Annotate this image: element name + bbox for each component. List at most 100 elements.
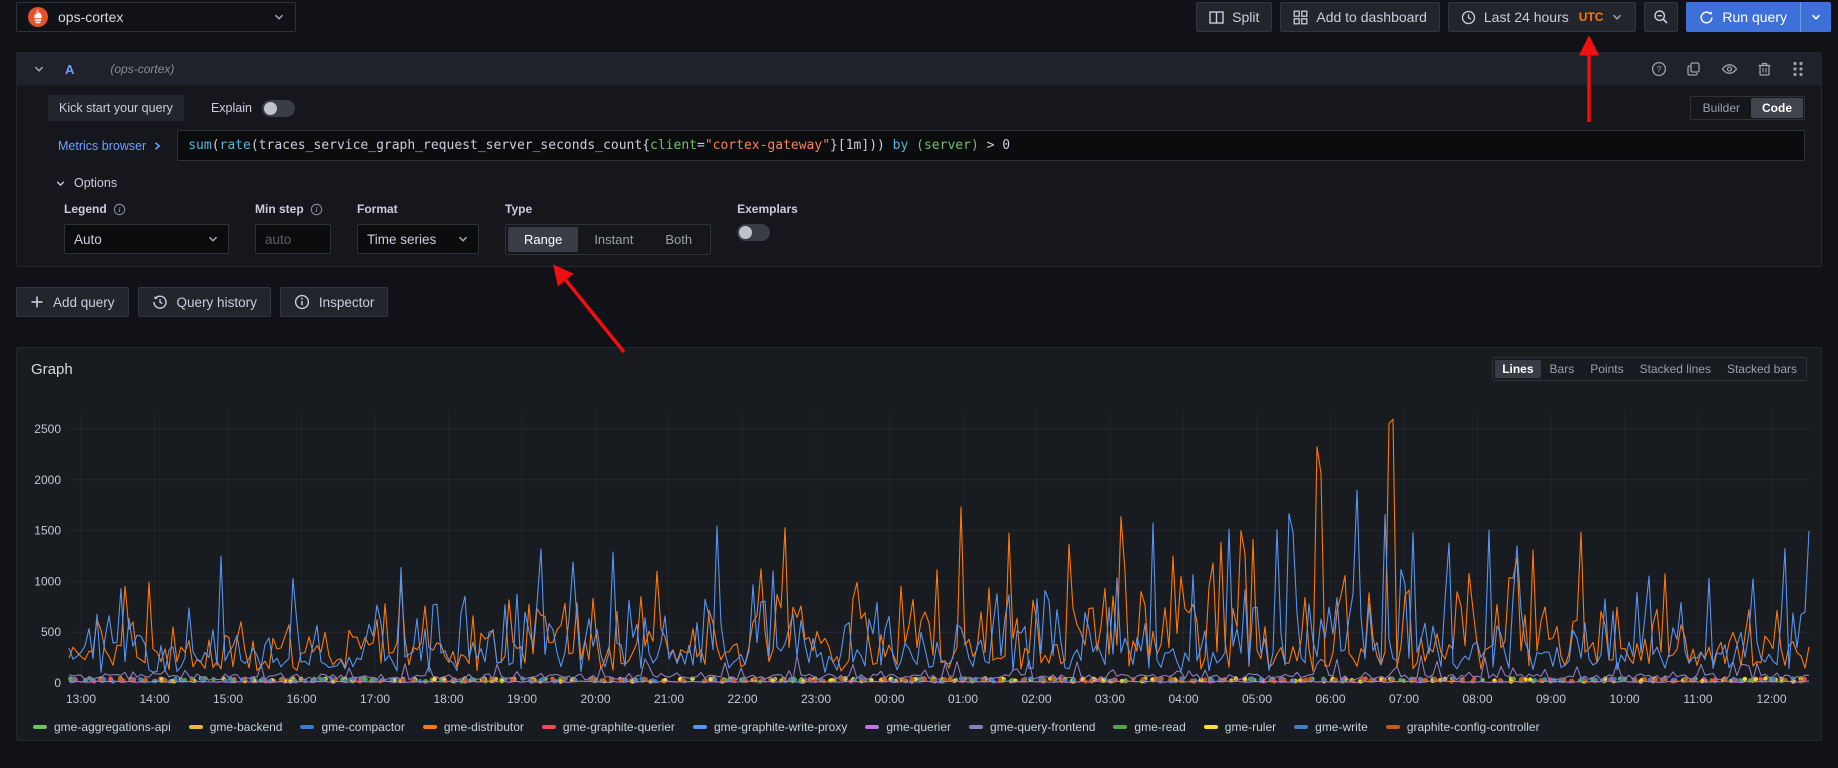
svg-text:?: ?	[1657, 64, 1662, 74]
min-step-input[interactable]	[255, 224, 331, 254]
legend-item[interactable]: gme-compactor	[300, 720, 404, 734]
query-history-button[interactable]: Query history	[138, 287, 271, 317]
legend-swatch	[693, 725, 707, 729]
legend-item[interactable]: gme-backend	[189, 720, 283, 734]
legend-item[interactable]: gme-querier	[865, 720, 951, 734]
legend-swatch	[33, 725, 47, 729]
query-token: (	[212, 138, 220, 153]
exemplars-toggle[interactable]	[737, 224, 770, 241]
svg-text:20:00: 20:00	[580, 692, 610, 706]
legend-item[interactable]: gme-write	[1294, 720, 1368, 734]
legend-item[interactable]: gme-query-frontend	[969, 720, 1095, 734]
legend-item[interactable]: gme-read	[1113, 720, 1185, 734]
min-step-field: Min step i	[255, 202, 331, 254]
run-query-label: Run query	[1722, 9, 1787, 25]
kick-start-query-button[interactable]: Kick start your query	[48, 95, 184, 121]
legend-item[interactable]: gme-graphite-write-proxy	[693, 720, 847, 734]
legend-item[interactable]: gme-distributor	[423, 720, 524, 734]
graph-mode-stacked-lines[interactable]: Stacked lines	[1633, 360, 1718, 378]
zoom-out-icon	[1653, 9, 1669, 25]
legend-field: Legend i Auto	[64, 202, 229, 254]
legend-item[interactable]: gme-ruler	[1204, 720, 1276, 734]
run-query-dropdown-button[interactable]	[1800, 2, 1831, 32]
metrics-browser-button[interactable]: Metrics browser	[48, 131, 172, 161]
legend-series-name: gme-query-frontend	[990, 720, 1095, 734]
svg-text:18:00: 18:00	[433, 692, 463, 706]
time-range-picker[interactable]: Last 24 hours UTC	[1448, 2, 1637, 32]
query-token: {	[642, 138, 650, 153]
legend-item[interactable]: gme-graphite-querier	[542, 720, 675, 734]
legend-swatch	[1294, 725, 1308, 729]
graph-mode-stacked-bars[interactable]: Stacked bars	[1720, 360, 1804, 378]
query-history-label: Query history	[177, 295, 257, 310]
legend-swatch	[300, 725, 314, 729]
legend-swatch	[1113, 725, 1127, 729]
svg-text:1000: 1000	[34, 574, 61, 588]
svg-text:11:00: 11:00	[1683, 692, 1712, 706]
editor-mode-builder[interactable]: Builder	[1692, 98, 1751, 118]
apps-grid-icon	[1293, 10, 1308, 25]
query-token: "cortex-gateway"	[705, 138, 830, 153]
query-token: rate	[220, 138, 251, 153]
editor-mode-code[interactable]: Code	[1751, 98, 1803, 118]
svg-text:10:00: 10:00	[1609, 692, 1639, 706]
split-button[interactable]: Split	[1196, 2, 1272, 32]
sync-icon	[1699, 10, 1714, 25]
help-icon[interactable]: ?	[1651, 61, 1667, 77]
legend-format-select[interactable]: Auto	[64, 224, 229, 254]
info-icon: i	[113, 203, 126, 216]
legend-item[interactable]: gme-aggregations-api	[33, 720, 171, 734]
timeseries-chart[interactable]: 0500100015002000250013:0014:0015:0016:00…	[25, 383, 1815, 719]
graph-mode-bars[interactable]: Bars	[1543, 360, 1582, 378]
hide-response-eye-icon[interactable]	[1721, 61, 1738, 77]
zoom-out-button[interactable]	[1644, 2, 1678, 32]
query-token: }	[830, 138, 838, 153]
inspector-button[interactable]: Inspector	[280, 287, 389, 317]
legend-series-name: gme-aggregations-api	[54, 720, 171, 734]
add-to-dashboard-button[interactable]: Add to dashboard	[1280, 2, 1440, 32]
type-option-both[interactable]: Both	[649, 227, 708, 252]
prometheus-icon	[27, 6, 49, 28]
graph-mode-lines[interactable]: Lines	[1495, 360, 1540, 378]
legend-series-name: gme-backend	[210, 720, 283, 734]
query-token: traces_service_graph_request_server_seco…	[259, 138, 643, 153]
format-field-label: Format	[357, 202, 479, 216]
type-field-label: Type	[505, 202, 711, 216]
svg-text:09:00: 09:00	[1536, 692, 1566, 706]
remove-query-trash-icon[interactable]	[1757, 61, 1772, 77]
query-token: > 0	[979, 138, 1010, 153]
query-ref-id: A	[65, 62, 74, 77]
datasource-picker[interactable]: ops-cortex	[16, 2, 296, 32]
legend-item[interactable]: graphite-config-controller	[1386, 720, 1540, 734]
graph-panel-title: Graph	[31, 361, 73, 378]
type-option-range[interactable]: Range	[508, 227, 578, 252]
info-icon: i	[310, 203, 323, 216]
toolbar-right-group: Split Add to dashboard Last 24 hours UTC	[1196, 2, 1831, 32]
query-token	[908, 138, 916, 153]
graph-mode-points[interactable]: Points	[1583, 360, 1630, 378]
chevron-down-icon	[55, 178, 66, 189]
legend-swatch	[189, 725, 203, 729]
legend-swatch	[865, 725, 879, 729]
svg-text:00:00: 00:00	[874, 692, 904, 706]
run-query-button[interactable]: Run query	[1686, 2, 1800, 32]
explain-toggle[interactable]	[262, 100, 295, 117]
query-row-header[interactable]: A (ops-cortex) ?	[17, 53, 1821, 85]
chevron-right-icon	[152, 141, 162, 151]
duplicate-query-icon[interactable]	[1686, 61, 1702, 77]
format-select[interactable]: Time series	[357, 224, 479, 254]
type-option-instant[interactable]: Instant	[578, 227, 649, 252]
add-query-button[interactable]: Add query	[16, 287, 129, 317]
options-collapse-header[interactable]: Options	[55, 176, 1821, 190]
promql-query-input[interactable]: sum(rate(traces_service_graph_request_se…	[177, 130, 1805, 161]
svg-text:i: i	[118, 205, 120, 214]
legend-format-value: Auto	[74, 232, 102, 247]
query-editor-panel: A (ops-cortex) ? Ki	[16, 52, 1822, 267]
graph-style-modes: LinesBarsPointsStacked linesStacked bars	[1492, 357, 1807, 381]
svg-text:17:00: 17:00	[360, 692, 390, 706]
drag-handle-icon[interactable]	[1791, 60, 1805, 78]
collapse-chevron-icon[interactable]	[33, 63, 45, 75]
format-field: Format Time series	[357, 202, 479, 254]
query-token	[885, 138, 893, 153]
svg-text:2000: 2000	[34, 473, 61, 487]
